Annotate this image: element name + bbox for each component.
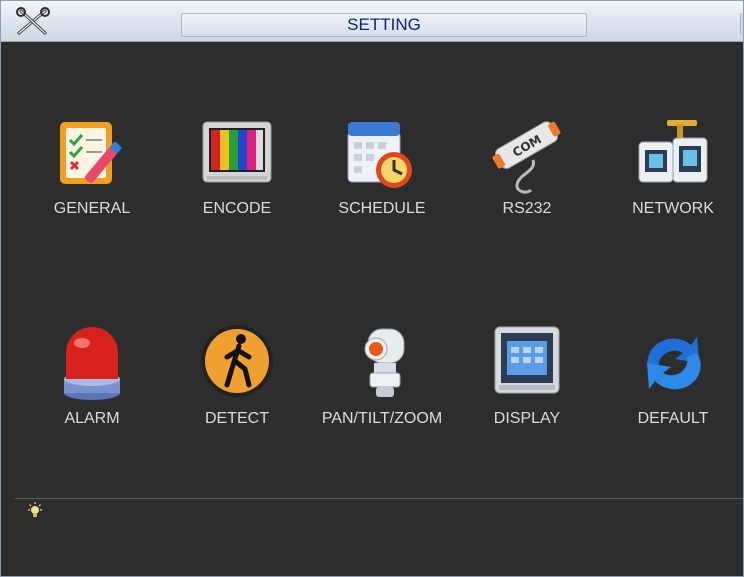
menu-item-label: RS232 <box>502 200 552 217</box>
schedule-calendar-icon <box>347 122 412 188</box>
menu-item-general[interactable]: GENERAL <box>27 116 157 266</box>
menu-item-label: NETWORK <box>632 200 714 217</box>
alarm-siren-icon <box>64 327 120 400</box>
menu-item-encode[interactable]: ENCODE <box>172 116 302 266</box>
menu-item-label: ENCODE <box>202 200 272 217</box>
default-restore-icon <box>647 337 701 390</box>
menu-item-label: GENERAL <box>53 200 131 217</box>
general-settings-icon <box>60 122 122 184</box>
ptz-camera-icon <box>364 328 405 397</box>
menu-item-label: DISPLAY <box>493 410 561 427</box>
menu-item-label: ALARM <box>64 410 120 427</box>
settings-window: SETTING GENERAL ENCODE SCHEDULE COM RS23… <box>0 0 744 577</box>
menu-item-label: PAN/TILT/ZOOM <box>321 410 443 427</box>
display-monitor-icon <box>494 326 560 394</box>
window-title: SETTING <box>181 13 587 37</box>
menu-item-alarm[interactable]: ALARM <box>27 323 157 473</box>
title-bar-edge <box>740 13 743 35</box>
status-divider <box>15 498 743 499</box>
menu-item-label: DETECT <box>205 410 269 427</box>
menu-item-default[interactable]: DEFAULT <box>608 323 738 473</box>
menu-item-display[interactable]: DISPLAY <box>462 323 592 473</box>
title-bar: SETTING <box>1 1 743 42</box>
rs232-com-port-icon: COM <box>492 121 561 194</box>
tools-icon[interactable] <box>15 7 51 37</box>
menu-item-rs232[interactable]: COM RS232 <box>462 116 592 266</box>
menu-item-network[interactable]: NETWORK <box>608 116 738 266</box>
menu-item-label: DEFAULT <box>637 410 709 427</box>
menu-item-ptz[interactable]: PAN/TILT/ZOOM <box>317 323 447 473</box>
encode-monitor-icon <box>202 121 272 183</box>
menu-item-label: SCHEDULE <box>338 200 426 217</box>
menu-item-detect[interactable]: DETECT <box>172 323 302 473</box>
menu-item-schedule[interactable]: SCHEDULE <box>317 116 447 266</box>
network-icon <box>638 120 708 183</box>
lightbulb-icon <box>28 502 42 517</box>
detect-walking-person-icon <box>201 325 273 397</box>
